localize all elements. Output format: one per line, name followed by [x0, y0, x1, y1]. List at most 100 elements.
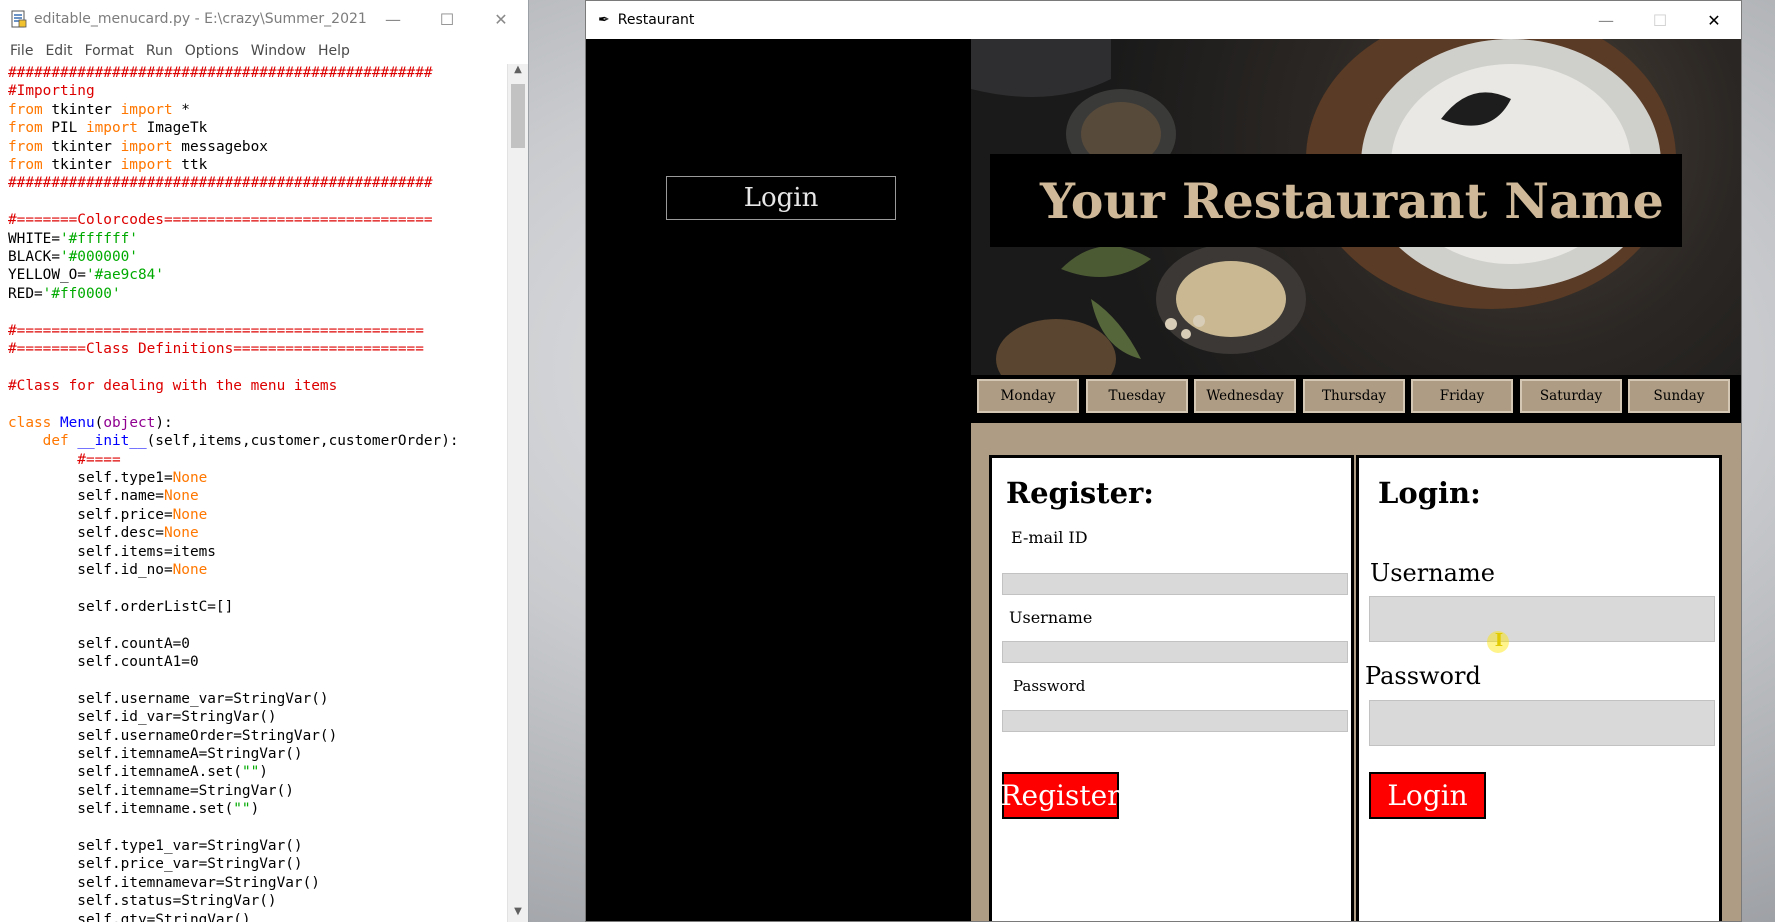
- maximize-icon[interactable]: ☐: [420, 0, 474, 38]
- code-line: #========Class Definitions==============…: [8, 341, 424, 358]
- code-line: #Importing: [8, 83, 95, 100]
- code-editor[interactable]: ########################################…: [0, 64, 508, 922]
- code-line: #=======Colorcodes======================…: [8, 212, 433, 229]
- code-line: self.username_var=StringVar(): [8, 690, 329, 707]
- minimize-icon[interactable]: —: [366, 0, 420, 38]
- restaurant-titlebar: ✒ Restaurant — ☐ ✕: [586, 1, 1741, 39]
- code-line: BLACK='#000000': [8, 249, 138, 266]
- code-line: ########################################…: [8, 175, 433, 192]
- maximize-icon[interactable]: ☐: [1633, 1, 1687, 39]
- menu-options[interactable]: Options: [179, 43, 245, 59]
- minimize-icon[interactable]: —: [1579, 1, 1633, 39]
- side-login-button[interactable]: Login: [666, 176, 896, 220]
- menu-format[interactable]: Format: [79, 43, 140, 59]
- code-line: self.price_var=StringVar(): [8, 856, 303, 873]
- code-line: #Class for dealing with the menu items: [8, 377, 338, 394]
- restaurant-banner-image: Your Restaurant Name: [971, 39, 1741, 375]
- menu-edit[interactable]: Edit: [39, 43, 78, 59]
- editor-menubar: File Edit Format Run Options Window Help: [0, 38, 528, 64]
- login-button[interactable]: Login: [1369, 772, 1486, 819]
- day-button-monday[interactable]: Monday: [977, 379, 1079, 413]
- code-line: YELLOW_O='#ae9c84': [8, 267, 164, 284]
- code-line: def __init__(self,items,customer,custome…: [42, 433, 459, 450]
- register-card: Register: E-mail ID Username Password Re…: [989, 455, 1354, 921]
- code-line: #=======================================…: [8, 322, 424, 339]
- day-button-wednesday[interactable]: Wednesday: [1194, 379, 1296, 413]
- close-icon[interactable]: ✕: [1687, 1, 1741, 39]
- right-pane: Your Restaurant Name Monday Tuesday Wedn…: [971, 39, 1741, 921]
- day-button-thursday[interactable]: Thursday: [1303, 379, 1405, 413]
- day-button-saturday[interactable]: Saturday: [1520, 379, 1622, 413]
- login-username-field[interactable]: [1369, 596, 1715, 642]
- register-email-field[interactable]: [1002, 573, 1348, 595]
- register-password-label: Password: [1013, 677, 1086, 695]
- menu-run[interactable]: Run: [140, 43, 179, 59]
- close-icon[interactable]: ✕: [474, 0, 528, 38]
- code-line: self.countA=0: [8, 635, 190, 652]
- python-file-icon: [11, 10, 27, 28]
- code-line: self.items=items: [8, 543, 216, 560]
- login-username-label: Username: [1370, 559, 1495, 587]
- code-line: self.itemname.set(""): [8, 801, 260, 818]
- day-button-tuesday[interactable]: Tuesday: [1086, 379, 1188, 413]
- code-line: self.id_no=None: [8, 561, 208, 578]
- register-heading: Register:: [1006, 476, 1155, 510]
- code-line: self.qty=StringVar(): [8, 911, 251, 922]
- day-button-sunday[interactable]: Sunday: [1628, 379, 1730, 413]
- menu-file[interactable]: File: [4, 43, 39, 59]
- menu-help[interactable]: Help: [312, 43, 356, 59]
- left-pane: Login: [586, 39, 971, 921]
- code-line: self.itemnameA=StringVar(): [8, 746, 303, 763]
- code-line: self.desc=None: [8, 525, 199, 542]
- scroll-up-icon[interactable]: ▲: [508, 64, 528, 80]
- text-cursor-icon: I: [1487, 631, 1509, 653]
- scrollbar-thumb[interactable]: [511, 84, 525, 148]
- login-password-field[interactable]: [1369, 700, 1715, 746]
- scroll-down-icon[interactable]: ▼: [508, 906, 528, 922]
- code-line: self.usernameOrder=StringVar(): [8, 727, 338, 744]
- code-line: self.price=None: [8, 506, 208, 523]
- editor-titlebar: editable_menucard.py - E:\crazy\Summer_2…: [0, 0, 528, 38]
- restaurant-window-title: Restaurant: [617, 12, 695, 28]
- code-line: from PIL import ImageTk: [8, 120, 208, 137]
- menu-window[interactable]: Window: [245, 43, 312, 59]
- register-username-field[interactable]: [1002, 641, 1348, 663]
- register-password-field[interactable]: [1002, 710, 1348, 732]
- auth-panel: Register: E-mail ID Username Password Re…: [971, 423, 1741, 921]
- register-button[interactable]: Register: [1000, 772, 1121, 819]
- restaurant-name: Your Restaurant Name: [1040, 171, 1664, 230]
- code-line: ########################################…: [8, 65, 433, 81]
- code-line: from tkinter import messagebox: [8, 138, 268, 155]
- editor-title: editable_menucard.py - E:\crazy\Summer_2…: [34, 11, 366, 27]
- restaurant-window: ✒ Restaurant — ☐ ✕ Login Your Restaurant…: [585, 0, 1742, 922]
- code-line: self.type1=None: [8, 469, 208, 486]
- code-line: class Menu(object):: [8, 414, 173, 431]
- idle-editor-window: editable_menucard.py - E:\crazy\Summer_2…: [0, 0, 529, 922]
- editor-scrollbar[interactable]: ▲ ▼: [507, 64, 528, 922]
- register-username-label: Username: [1009, 608, 1093, 627]
- code-line: self.itemnameA.set(""): [8, 764, 268, 781]
- code-line: WHITE='#ffffff': [8, 230, 138, 247]
- code-line: self.countA1=0: [8, 654, 199, 670]
- login-password-label: Password: [1365, 662, 1481, 690]
- code-line: self.itemname=StringVar(): [8, 782, 294, 799]
- code-line: from tkinter import *: [8, 101, 190, 118]
- day-button-friday[interactable]: Friday: [1411, 379, 1513, 413]
- code-line: self.status=StringVar(): [8, 893, 277, 910]
- code-line: RED='#ff0000': [8, 285, 121, 302]
- code-line: self.type1_var=StringVar(): [8, 838, 303, 855]
- code-line: self.orderListC=[]: [8, 598, 234, 615]
- code-line: #====: [8, 451, 121, 468]
- restaurant-name-box: Your Restaurant Name: [990, 154, 1682, 247]
- feather-icon: ✒: [598, 12, 610, 28]
- login-card: Login: Username Password Login: [1356, 455, 1722, 921]
- code-line: from tkinter import ttk: [8, 157, 208, 174]
- email-label: E-mail ID: [1011, 528, 1088, 547]
